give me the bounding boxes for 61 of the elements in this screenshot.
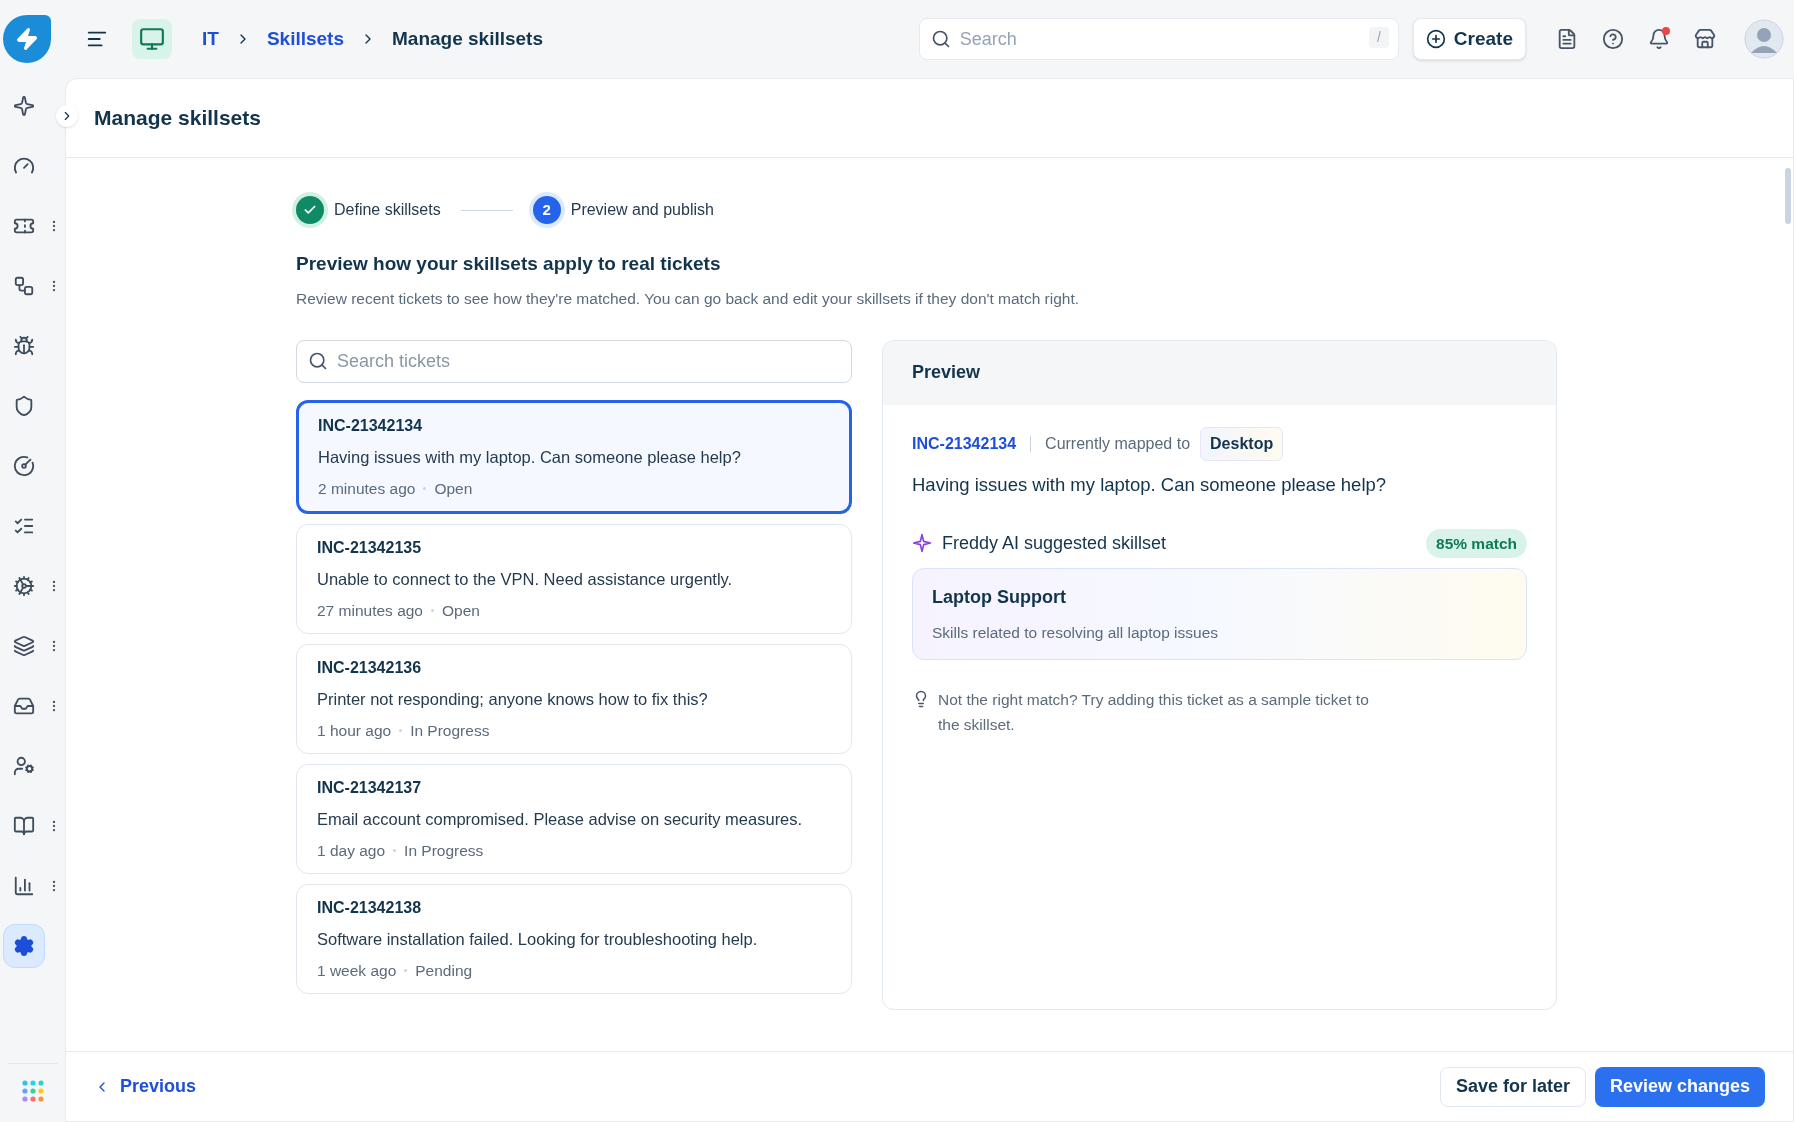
sparkle-icon <box>912 533 932 554</box>
page-title: Manage skillsets <box>94 105 261 132</box>
previous-button[interactable]: Previous <box>120 1073 197 1100</box>
ticket-status: In Progress <box>404 840 484 861</box>
suggestion-label: Freddy AI suggested skillset <box>942 531 1167 555</box>
ticket-card[interactable]: INC-21342136 Printer not responding; anyone knows how to fix this? 1 hour ago In Progress <box>296 643 852 754</box>
settings-icon[interactable] <box>3 924 45 968</box>
section-description: Review recent tickets to see how they're matched. You can go back and edit your skillsets if they don't match right. <box>296 288 1081 309</box>
ticket-card[interactable]: INC-21342134 Having issues with my laptop. Can someone please help? 2 minutes ago Open <box>296 399 852 514</box>
ticket-id: INC-21342134 <box>318 415 424 436</box>
notification-icon[interactable] <box>1648 28 1670 50</box>
ticket-status: Pending <box>415 960 473 981</box>
ticket-search-field[interactable]: Search tickets <box>296 339 852 383</box>
plus-icon[interactable] <box>1425 29 1446 49</box>
ticket-summary: Software installation failed. Looking for troubleshooting help. <box>317 928 759 950</box>
ticket-time: 1 week ago <box>317 960 397 981</box>
step-label[interactable]: Define skillsets <box>334 198 441 222</box>
ticket-id: INC-21342135 <box>317 537 423 558</box>
ticket-time: 27 minutes ago <box>317 600 423 621</box>
ticket-time: 2 minutes ago <box>318 478 416 499</box>
ticket-time: 1 day ago <box>317 840 386 861</box>
hint-text: Not the right match? Try adding this ticket as a sample ticket to the skillset. <box>938 690 1370 735</box>
breadcrumb-link[interactable]: Skillsets <box>266 24 344 54</box>
search-icon <box>930 29 951 49</box>
ticket-link[interactable]: INC-21342134 <box>912 431 1017 456</box>
review-changes-button[interactable]: Review changes <box>1594 1066 1765 1107</box>
ticket-summary: Unable to connect to the VPN. Need assistance urgently. <box>317 568 734 590</box>
ticket-time: 1 hour ago <box>317 720 392 741</box>
scrollbar[interactable] <box>1785 168 1791 224</box>
ticket-card[interactable]: INC-21342135 Unable to connect to the VPN. Need assistance urgently. 27 minutes ago Open <box>296 523 852 634</box>
mapped-label: Currently mapped to <box>1045 433 1191 454</box>
search-icon <box>308 350 328 371</box>
help-icon[interactable] <box>1602 28 1624 50</box>
ticket-card[interactable]: INC-21342137 Email account compromised. Please advise on security measures. 1 day ago In Progress <box>296 763 852 874</box>
match-badge: 85% match <box>1426 528 1527 558</box>
preview-title: Preview <box>912 361 981 385</box>
step-label[interactable]: Preview and publish <box>570 198 714 222</box>
document-icon[interactable] <box>1556 28 1578 50</box>
breadcrumb-link[interactable]: IT <box>202 24 219 54</box>
ticket-summary: Email account compromised. Please advise on security measures. <box>317 808 804 830</box>
ticket-status: Open <box>442 600 480 621</box>
save-for-later-button[interactable]: Save for later <box>1439 1066 1586 1107</box>
ticket-id: INC-21342136 <box>317 657 423 678</box>
apps-grid-icon[interactable] <box>21 1080 44 1102</box>
skillset-tag: Desktop <box>1200 426 1284 461</box>
ticket-summary: Having issues with my laptop. Can someone please help? <box>318 446 742 468</box>
skillset-description: Skills related to resolving all laptop issues <box>932 622 1220 643</box>
store-icon[interactable] <box>1694 28 1716 50</box>
skillset-name: Laptop Support <box>932 585 1067 609</box>
ticket-id: INC-21342138 <box>317 897 423 918</box>
ticket-summary: Printer not responding; anyone knows how to fix this? <box>317 688 709 710</box>
section-title: Preview how your skillsets apply to real tickets <box>296 252 722 276</box>
preview-summary: Having issues with my laptop. Can someone please help? <box>912 472 1388 497</box>
breadcrumb-current: Manage skillsets <box>392 26 544 51</box>
ticket-status: In Progress <box>410 720 490 741</box>
step-number: 2 <box>532 196 561 224</box>
ticket-id: INC-21342137 <box>317 777 423 798</box>
workspace-icon[interactable] <box>132 19 172 59</box>
ticket-status: Open <box>434 478 473 499</box>
ticket-card[interactable]: INC-21342138 Software installation failed. Looking for troubleshooting help. 1 week ago Pending <box>296 883 852 994</box>
app-logo[interactable] <box>3 15 51 63</box>
